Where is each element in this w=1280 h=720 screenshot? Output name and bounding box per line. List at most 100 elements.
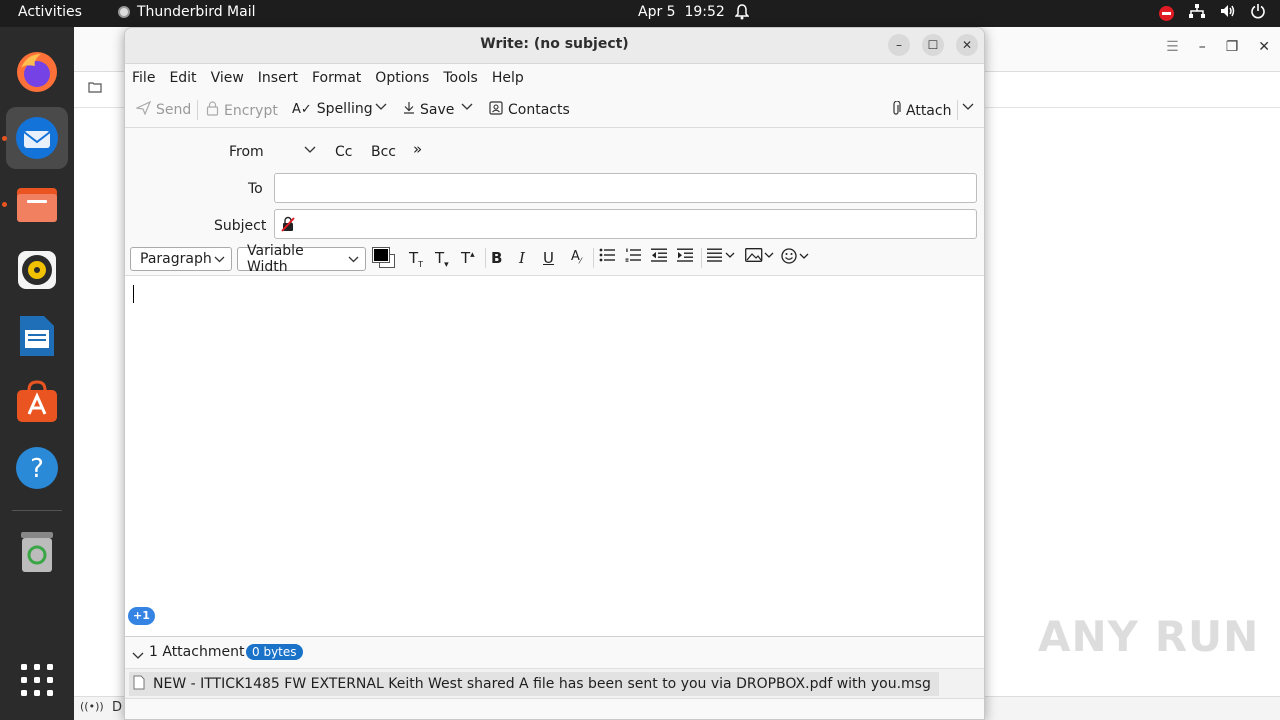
maximize-button[interactable]: ☐: [922, 34, 944, 56]
underline-icon[interactable]: U: [543, 249, 554, 267]
font-size-reset-icon[interactable]: TT: [409, 249, 423, 269]
attachment-item[interactable]: NEW - ITTICK1485 FW EXTERNAL Keith West …: [129, 672, 939, 696]
software-icon[interactable]: [6, 371, 68, 433]
attach-button[interactable]: Attach: [891, 100, 951, 121]
italic-icon[interactable]: I: [519, 249, 525, 267]
lock-icon: [206, 101, 219, 120]
spelling-button[interactable]: A✓ Spelling: [292, 101, 373, 117]
app-menu[interactable]: Thunderbird Mail: [118, 4, 256, 20]
help-icon[interactable]: ?: [6, 437, 68, 499]
activities-button[interactable]: Activities: [18, 4, 82, 20]
save-button[interactable]: Save: [403, 101, 454, 118]
attachment-bucket-header[interactable]: 1 Attachment 0 bytes: [125, 636, 984, 668]
chevron-down-icon[interactable]: [132, 648, 144, 664]
thunderbird-small-icon: [118, 6, 130, 18]
files-icon[interactable]: [6, 173, 68, 235]
more-headers-icon[interactable]: »: [413, 140, 422, 158]
formatting-toolbar: Paragraph Variable Width TT T▾ T▴ B I U …: [125, 240, 984, 276]
subject-field[interactable]: [274, 209, 977, 239]
font-value: Variable Width: [247, 243, 304, 275]
encryption-off-icon[interactable]: [281, 216, 295, 236]
minimize-icon[interactable]: –: [1199, 39, 1206, 55]
menu-view[interactable]: View: [211, 70, 244, 86]
power-icon[interactable]: [1250, 3, 1266, 23]
anyrun-watermark: ANY RUN: [1038, 612, 1259, 661]
contacts-button[interactable]: Contacts: [489, 101, 570, 119]
numbered-list-icon[interactable]: [625, 248, 641, 266]
outdent-icon[interactable]: [651, 248, 667, 266]
paragraph-format-select[interactable]: Paragraph: [130, 247, 232, 271]
clock[interactable]: Apr 5 19:52: [638, 4, 725, 20]
compose-toolbar: Send Encrypt A✓ Spelling Save Contacts A…: [125, 92, 984, 128]
attachment-filename: NEW - ITTICK1485 FW EXTERNAL Keith West …: [153, 676, 931, 692]
align-menu-icon[interactable]: [707, 248, 737, 266]
firefox-icon[interactable]: [6, 41, 68, 103]
do-not-disturb-icon[interactable]: [1159, 5, 1174, 21]
larger-font-icon[interactable]: T▴: [461, 249, 475, 267]
compose-title-bar[interactable]: Write: (no subject) – ☐ ✕: [125, 28, 984, 64]
writer-icon[interactable]: [6, 305, 68, 367]
spelling-icon: A✓: [292, 101, 312, 117]
bcc-button[interactable]: Bcc: [371, 144, 396, 160]
smaller-font-icon[interactable]: T▾: [435, 249, 449, 270]
thunderbird-icon[interactable]: [6, 107, 68, 169]
trash-icon[interactable]: [6, 521, 68, 583]
insert-image-menu-icon[interactable]: [745, 248, 775, 266]
send-label: Send: [156, 102, 192, 118]
attachment-list: NEW - ITTICK1485 FW EXTERNAL Keith West …: [125, 668, 984, 698]
network-icon[interactable]: [1188, 3, 1206, 23]
hamburger-menu-icon[interactable]: ☰: [1166, 39, 1179, 55]
menu-help[interactable]: Help: [492, 70, 524, 86]
chevron-down-icon: [214, 251, 225, 267]
chevron-down-icon: [348, 251, 359, 267]
system-tray[interactable]: [1159, 3, 1266, 23]
text-color-picker[interactable]: [372, 247, 397, 270]
cc-button[interactable]: Cc: [335, 144, 352, 160]
bell-icon[interactable]: [734, 4, 750, 24]
text-style-icon[interactable]: A⁄: [571, 249, 581, 266]
file-icon: [133, 675, 145, 694]
to-field[interactable]: [274, 173, 977, 203]
restore-icon[interactable]: ❐: [1226, 39, 1239, 55]
dock-separator: [12, 510, 62, 511]
close-icon[interactable]: ✕: [1258, 39, 1270, 55]
dock: ?: [0, 27, 74, 720]
menu-options[interactable]: Options: [375, 70, 429, 86]
window-title: Write: (no subject): [480, 36, 629, 52]
bullet-list-icon[interactable]: [599, 248, 615, 266]
indent-icon[interactable]: [677, 248, 693, 266]
emoji-menu-icon[interactable]: [781, 248, 811, 268]
address-book-icon: [489, 101, 503, 119]
apps-grid-icon[interactable]: [6, 649, 68, 711]
compose-window: Write: (no subject) – ☐ ✕ File Edit View…: [124, 27, 985, 720]
message-body-editor[interactable]: +1: [125, 276, 984, 636]
folder-icon[interactable]: [88, 81, 102, 97]
chevron-down-icon: [304, 142, 316, 158]
menu-file[interactable]: File: [132, 70, 155, 86]
rhythmbox-icon[interactable]: [6, 239, 68, 301]
from-dropdown[interactable]: [304, 142, 316, 158]
minimize-button[interactable]: –: [888, 34, 910, 56]
menu-tools[interactable]: Tools: [443, 70, 478, 86]
save-dropdown[interactable]: [461, 99, 473, 115]
spelling-dropdown[interactable]: [375, 99, 387, 115]
menu-insert[interactable]: Insert: [258, 70, 298, 86]
encrypt-button[interactable]: Encrypt: [206, 101, 278, 120]
bold-icon[interactable]: B: [491, 249, 502, 267]
send-button[interactable]: Send: [134, 100, 192, 119]
notification-badge[interactable]: +1: [128, 607, 155, 625]
volume-icon[interactable]: [1220, 3, 1236, 23]
spelling-label: Spelling: [316, 101, 373, 117]
compose-status-bar: [125, 698, 984, 719]
close-button[interactable]: ✕: [956, 34, 978, 56]
watermark-text: ANY RUN: [1038, 612, 1260, 661]
app-name: Thunderbird Mail: [137, 4, 256, 20]
menu-format[interactable]: Format: [312, 70, 361, 86]
menu-edit[interactable]: Edit: [169, 70, 196, 86]
online-status-icon[interactable]: ((•)): [80, 700, 104, 713]
font-select[interactable]: Variable Width: [237, 243, 366, 275]
date-text: Apr 5: [638, 4, 676, 20]
svg-text:?: ?: [30, 454, 44, 484]
attach-dropdown[interactable]: [962, 99, 974, 115]
save-label: Save: [420, 101, 455, 118]
